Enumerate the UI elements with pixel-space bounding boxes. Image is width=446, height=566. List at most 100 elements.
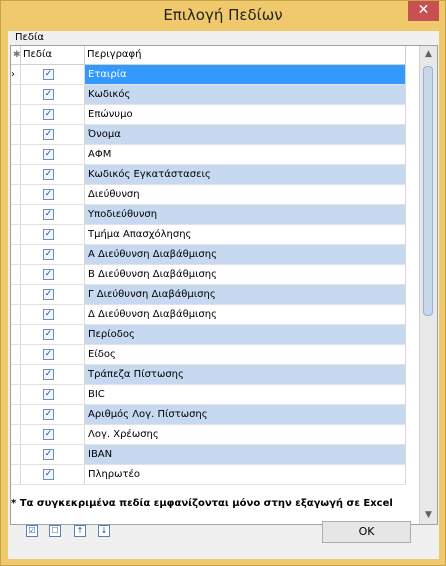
table-row[interactable]: ✓ Πληρωτέο xyxy=(11,465,406,485)
excel-note: * Τα συγκεκριμένα πεδία εμφανίζονται μόν… xyxy=(11,498,393,509)
row-description[interactable]: Πληρωτέο xyxy=(85,465,406,484)
row-description[interactable]: Τράπεζα Πίστωσης xyxy=(85,365,406,384)
row-description[interactable]: Επώνυμο xyxy=(85,105,406,124)
row-checkbox[interactable]: ✓ xyxy=(43,189,54,200)
row-description[interactable]: Περίοδος xyxy=(85,325,406,344)
row-checkbox[interactable]: ✓ xyxy=(43,469,54,480)
select-all-icon[interactable]: ☑ xyxy=(26,525,38,537)
ok-button[interactable]: OK xyxy=(322,521,411,543)
column-header-fields[interactable]: Πεδία xyxy=(21,46,85,64)
row-indicator xyxy=(11,225,21,244)
row-checkbox[interactable]: ✓ xyxy=(43,69,54,80)
deselect-all-icon[interactable]: ☐ xyxy=(49,525,61,537)
row-description[interactable]: Κωδικός Εγκατάστασεις xyxy=(85,165,406,184)
row-description[interactable]: Εταιρία xyxy=(85,65,406,84)
row-checkbox-cell: ✓ xyxy=(21,385,85,404)
row-checkbox[interactable]: ✓ xyxy=(43,229,54,240)
row-description[interactable]: Β Διεύθυνση Διαβάθμισης xyxy=(85,265,406,284)
row-checkbox[interactable]: ✓ xyxy=(43,369,54,380)
row-checkbox[interactable]: ✓ xyxy=(43,309,54,320)
table-row[interactable]: › ✓ Εταιρία xyxy=(11,65,406,85)
table-row[interactable]: ✓ IBAN xyxy=(11,445,406,465)
row-description[interactable]: Γ Διεύθυνση Διαβάθμισης xyxy=(85,285,406,304)
grid-header: ✱ Πεδία Περιγραφή xyxy=(11,46,406,65)
row-checkbox[interactable]: ✓ xyxy=(43,349,54,360)
row-checkbox[interactable]: ✓ xyxy=(43,89,54,100)
move-down-icon[interactable]: ↓ xyxy=(98,525,110,537)
row-description[interactable]: Υποδιεύθυνση xyxy=(85,205,406,224)
scroll-thumb[interactable] xyxy=(423,66,433,316)
row-checkbox[interactable]: ✓ xyxy=(43,129,54,140)
row-description[interactable]: IBAN xyxy=(85,445,406,464)
row-checkbox[interactable]: ✓ xyxy=(43,329,54,340)
row-description[interactable]: Όνομα xyxy=(85,125,406,144)
table-row[interactable]: ✓ Όνομα xyxy=(11,125,406,145)
asterisk-icon: ✱ xyxy=(13,50,21,60)
row-indicator xyxy=(11,205,21,224)
table-row[interactable]: ✓ Είδος xyxy=(11,345,406,365)
row-checkbox[interactable]: ✓ xyxy=(43,249,54,260)
scroll-up-icon[interactable]: ▲ xyxy=(420,46,437,63)
row-indicator xyxy=(11,385,21,404)
title-bar[interactable]: Επιλογή Πεδίων ✕ xyxy=(1,1,445,31)
table-row[interactable]: ✓ Κωδικός xyxy=(11,85,406,105)
table-row[interactable]: ✓ Διεύθυνση xyxy=(11,185,406,205)
table-row[interactable]: ✓ Κωδικός Εγκατάστασεις xyxy=(11,165,406,185)
row-description[interactable]: ΑΦΜ xyxy=(85,145,406,164)
table-row[interactable]: ✓ Δ Διεύθυνση Διαβάθμισης xyxy=(11,305,406,325)
row-indicator xyxy=(11,465,21,484)
header-indicator: ✱ xyxy=(11,46,21,64)
table-row[interactable]: ✓ BIC xyxy=(11,385,406,405)
table-row[interactable]: ✓ Περίοδος xyxy=(11,325,406,345)
row-indicator xyxy=(11,445,21,464)
close-button[interactable]: ✕ xyxy=(408,1,439,21)
row-checkbox[interactable]: ✓ xyxy=(43,389,54,400)
row-checkbox[interactable]: ✓ xyxy=(43,289,54,300)
row-description[interactable]: Δ Διεύθυνση Διαβάθμισης xyxy=(85,305,406,324)
table-row[interactable]: ✓ Υποδιεύθυνση xyxy=(11,205,406,225)
row-checkbox[interactable]: ✓ xyxy=(43,109,54,120)
row-indicator: › xyxy=(11,65,21,84)
row-checkbox-cell: ✓ xyxy=(21,445,85,464)
table-row[interactable]: ✓ Β Διεύθυνση Διαβάθμισης xyxy=(11,265,406,285)
row-checkbox[interactable]: ✓ xyxy=(43,149,54,160)
row-description[interactable]: Είδος xyxy=(85,345,406,364)
row-checkbox[interactable]: ✓ xyxy=(43,449,54,460)
row-checkbox[interactable]: ✓ xyxy=(43,429,54,440)
table-row[interactable]: ✓ Α Διεύθυνση Διαβάθμισης xyxy=(11,245,406,265)
table-row[interactable]: ✓ Αριθμός Λογ. Πίστωσης xyxy=(11,405,406,425)
table-row[interactable]: ✓ Γ Διεύθυνση Διαβάθμισης xyxy=(11,285,406,305)
row-checkbox-cell: ✓ xyxy=(21,265,85,284)
vertical-scrollbar[interactable]: ▲ ▼ xyxy=(419,46,437,524)
row-description[interactable]: Τμήμα Απασχόλησης xyxy=(85,225,406,244)
row-checkbox-cell: ✓ xyxy=(21,245,85,264)
column-header-description[interactable]: Περιγραφή xyxy=(85,46,406,64)
table-row[interactable]: ✓ Τράπεζα Πίστωσης xyxy=(11,365,406,385)
row-checkbox[interactable]: ✓ xyxy=(43,269,54,280)
row-checkbox[interactable]: ✓ xyxy=(43,169,54,180)
table-row[interactable]: ✓ ΑΦΜ xyxy=(11,145,406,165)
row-checkbox-cell: ✓ xyxy=(21,125,85,144)
row-description[interactable]: Α Διεύθυνση Διαβάθμισης xyxy=(85,245,406,264)
close-icon: ✕ xyxy=(417,2,430,18)
dialog-body: Πεδία ✱ Πεδία Περιγραφή › ✓ Εταιρία ✓ Κωδικό… xyxy=(8,31,439,559)
row-checkbox-cell: ✓ xyxy=(21,345,85,364)
table-row[interactable]: ✓ Λογ. Χρέωσης xyxy=(11,425,406,445)
row-description[interactable]: Αριθμός Λογ. Πίστωσης xyxy=(85,405,406,424)
row-checkbox[interactable]: ✓ xyxy=(43,209,54,220)
row-description[interactable]: Κωδικός xyxy=(85,85,406,104)
table-row[interactable]: ✓ Τμήμα Απασχόλησης xyxy=(11,225,406,245)
row-indicator xyxy=(11,365,21,384)
move-up-icon[interactable]: ↑ xyxy=(74,525,86,537)
row-checkbox-cell: ✓ xyxy=(21,85,85,104)
scroll-down-icon[interactable]: ▼ xyxy=(420,507,437,524)
row-indicator xyxy=(11,245,21,264)
row-checkbox-cell: ✓ xyxy=(21,165,85,184)
row-checkbox[interactable]: ✓ xyxy=(43,409,54,420)
row-description[interactable]: Διεύθυνση xyxy=(85,185,406,204)
row-indicator xyxy=(11,165,21,184)
row-checkbox-cell: ✓ xyxy=(21,365,85,384)
row-description[interactable]: BIC xyxy=(85,385,406,404)
table-row[interactable]: ✓ Επώνυμο xyxy=(11,105,406,125)
row-description[interactable]: Λογ. Χρέωσης xyxy=(85,425,406,444)
